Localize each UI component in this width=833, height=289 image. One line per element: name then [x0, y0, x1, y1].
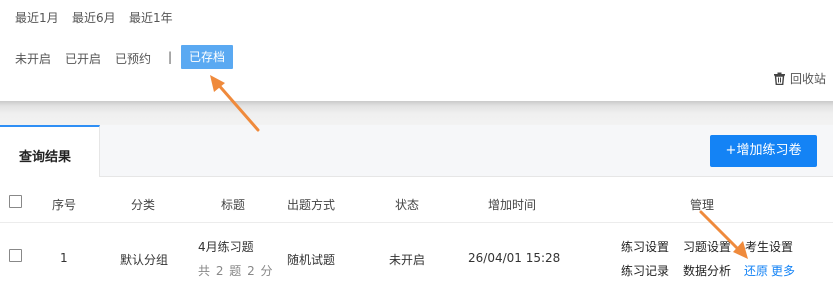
arrow-to-restore-icon	[699, 210, 748, 259]
arrow-annotation	[210, 75, 748, 259]
arrow-to-archived-icon	[210, 75, 260, 132]
